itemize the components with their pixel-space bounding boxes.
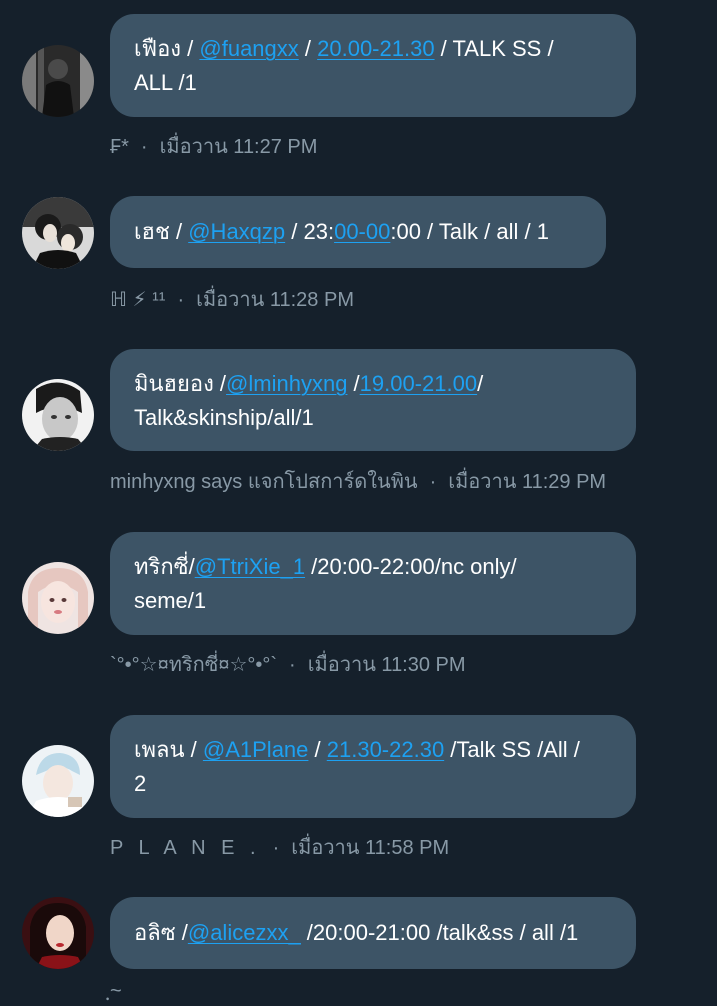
meta-separator: · — [289, 654, 296, 676]
message-bubble[interactable]: อลิซ /@alicezxx_ /20:00-21:00 /talk&ss /… — [110, 897, 636, 969]
meta-separator: · — [140, 136, 148, 158]
message-line: เฟือง / @fuangxx / 20.00-21.30 / TALK SS… — [134, 32, 612, 66]
message-text: / — [347, 371, 360, 396]
sender-name[interactable]: ℍ ⚡ ¹¹ — [110, 289, 165, 311]
message-meta: ℍ ⚡ ¹¹ · เมื่อวาน 11:28 PM — [110, 283, 354, 315]
sender-name[interactable]: `°•°☆¤ทริกซี่¤☆°•°` — [110, 654, 277, 676]
message-text: เฮช / — [134, 219, 189, 244]
message-meta: `°•°☆¤ทริกซี่¤☆°•°` · เมื่อวาน 11:30 PM — [110, 648, 466, 680]
message-line: Talk&skinship/all/1 — [134, 405, 314, 430]
message-text: เฟือง / — [134, 36, 200, 61]
message-meta: ฺ~ — [110, 974, 122, 1006]
message-text: อลิซ / — [134, 920, 188, 945]
message-text: :00 / Talk / all / 1 — [390, 219, 549, 244]
message-text: / — [477, 371, 484, 396]
avatar[interactable] — [22, 197, 94, 269]
message-meta: minhyxng says แจกโปสการ์ดในพิน · เมื่อวาน … — [110, 465, 606, 497]
user-mention-link[interactable]: @lminhyxng — [226, 371, 347, 396]
message-text: / — [298, 36, 318, 61]
avatar[interactable] — [22, 562, 94, 634]
message-line: seme/1 — [134, 588, 207, 613]
time-link[interactable]: 21.30-22.30 — [327, 737, 444, 762]
message-bubble[interactable]: ทริกซี่/@TtriXie_1 /20:00-22:00/nc only/… — [110, 532, 636, 635]
message-line: เพลน / @A1Plane / 21.30-22.30 /Talk SS /… — [134, 733, 612, 767]
meta-separator: · — [272, 837, 280, 859]
message-bubble[interactable]: เฮช / @Haxqzp / 23:00-00:00 / Talk / all… — [110, 196, 606, 268]
message-meta: ₣* · เมื่อวาน 11:27 PM — [110, 130, 317, 162]
message-text: / — [308, 737, 327, 762]
timestamp: เมื่อวาน 11:27 PM — [159, 136, 318, 158]
sender-name[interactable]: minhyxng says แจกโปสการ์ดในพิน — [110, 471, 418, 493]
message-line: เฮช / @Haxqzp / 23:00-00:00 / Talk / all… — [134, 215, 582, 249]
message-text: /Talk SS /All / — [444, 737, 580, 762]
message-bubble[interactable]: เฟือง / @fuangxx / 20.00-21.30 / TALK SS… — [110, 14, 636, 117]
user-mention-link[interactable]: @alicezxx_ — [188, 920, 301, 945]
message-text: เพลน / — [134, 737, 203, 762]
message-line: ALL /1 — [134, 70, 197, 95]
timestamp: เมื่อวาน 11:29 PM — [448, 471, 607, 493]
time-link[interactable]: 19.00-21.00 — [360, 371, 477, 396]
time-link[interactable]: 00-00 — [334, 219, 390, 244]
time-link[interactable]: 20.00-21.30 — [317, 36, 434, 61]
meta-separator: · — [177, 289, 185, 311]
message-text: มินฮยอง / — [134, 371, 227, 396]
avatar[interactable] — [22, 897, 94, 969]
meta-separator: · — [429, 471, 437, 493]
message-text: /20:00-22:00/nc only/ — [305, 554, 517, 579]
message-bubble[interactable]: มินฮยอง /@lminhyxng /19.00-21.00/ Talk&s… — [110, 349, 636, 451]
user-mention-link[interactable]: @TtriXie_1 — [195, 554, 305, 579]
message-line: 2 — [134, 771, 147, 796]
message-text: /20:00-21:00 /talk&ss / all /1 — [300, 920, 579, 945]
message-line: อลิซ /@alicezxx_ /20:00-21:00 /talk&ss /… — [134, 916, 612, 950]
user-mention-link[interactable]: @Haxqzp — [188, 219, 285, 244]
message-text: ทริกซี่/ — [134, 554, 195, 579]
message-meta: P L A N E . · เมื่อวาน 11:58 PM — [110, 831, 449, 863]
user-mention-link[interactable]: @A1Plane — [203, 737, 309, 762]
avatar[interactable] — [22, 45, 94, 117]
timestamp: เมื่อวาน 11:28 PM — [196, 289, 354, 311]
message-text: / TALK SS / — [434, 36, 554, 61]
message-bubble[interactable]: เพลน / @A1Plane / 21.30-22.30 /Talk SS /… — [110, 715, 636, 818]
sender-name[interactable]: ₣* — [110, 136, 129, 158]
message-text: / 23: — [285, 219, 335, 244]
avatar[interactable] — [22, 379, 94, 451]
sender-name[interactable]: P L A N E . — [110, 837, 261, 859]
timestamp: เมื่อวาน 11:58 PM — [291, 837, 450, 859]
sender-name[interactable]: ฺ~ — [110, 980, 122, 1002]
message-line: ทริกซี่/@TtriXie_1 /20:00-22:00/nc only/ — [134, 550, 612, 584]
message-line: มินฮยอง /@lminhyxng /19.00-21.00/ — [134, 367, 612, 401]
timestamp: เมื่อวาน 11:30 PM — [307, 654, 466, 676]
user-mention-link[interactable]: @fuangxx — [199, 36, 298, 61]
avatar[interactable] — [22, 745, 94, 817]
